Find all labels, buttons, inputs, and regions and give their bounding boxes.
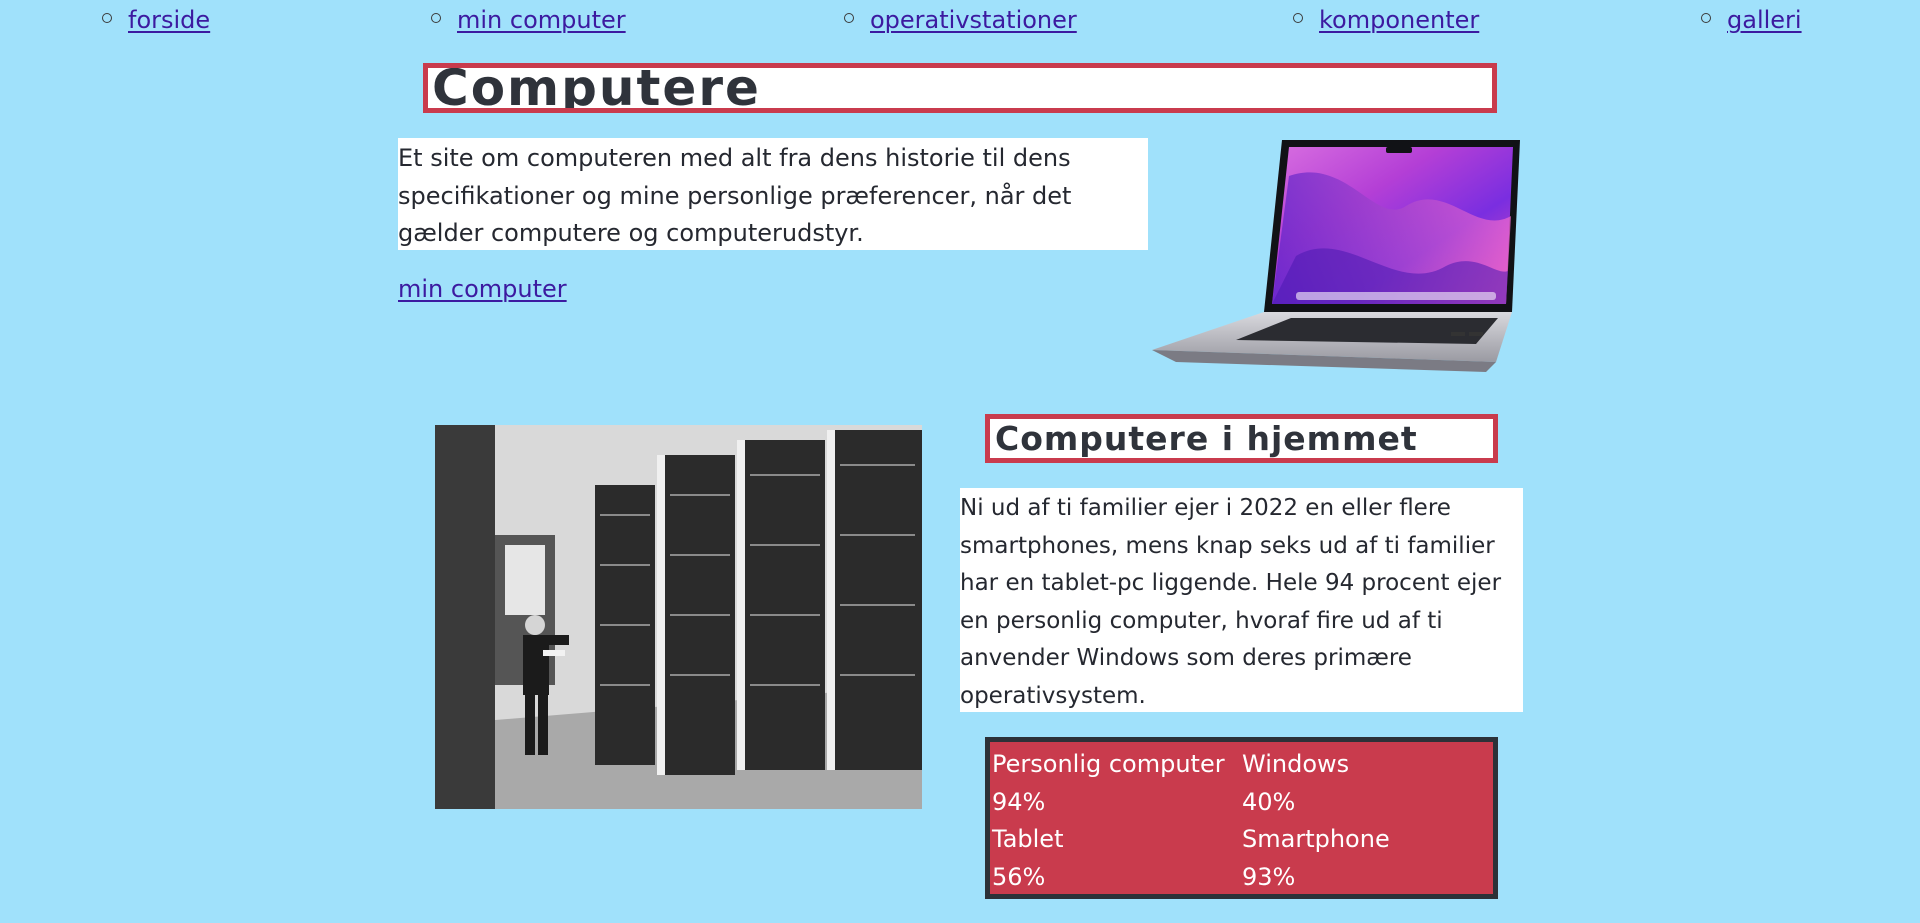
table-row: Personlig computer Windows — [992, 746, 1390, 784]
section-title-box: Computere i hjemmet — [985, 414, 1498, 463]
page-title-box: Computere — [423, 63, 1497, 113]
section-title: Computere i hjemmet — [995, 419, 1418, 458]
table-row: 56% 93% — [992, 859, 1390, 897]
nav-link-forside[interactable]: forside — [128, 6, 210, 34]
table-row: Tablet Smartphone — [992, 821, 1390, 859]
bullet-icon — [1293, 13, 1303, 23]
table-cell: Windows — [1242, 750, 1350, 778]
table-cell: Tablet — [992, 825, 1064, 853]
table-cell: 93% — [1242, 862, 1296, 891]
section-text: Ni ud af ti familier ejer i 2022 en elle… — [960, 488, 1523, 712]
nav-item-galleri: galleri — [1701, 4, 1802, 36]
server-room-photo — [435, 425, 922, 809]
bullet-icon — [844, 13, 854, 23]
table-cell: 56% — [992, 862, 1046, 891]
nav-link-operativstationer[interactable]: operativstationer — [870, 6, 1077, 34]
table-cell: Smartphone — [1242, 825, 1390, 853]
stats-table: Personlig computer Windows 94% 40% Table… — [985, 737, 1498, 899]
table-cell: 40% — [1242, 787, 1296, 816]
nav-item-operativstationer: operativstationer — [844, 4, 1077, 36]
min-computer-link[interactable]: min computer — [398, 275, 567, 303]
laptop-image — [1146, 136, 1526, 388]
laptop-icon — [1152, 140, 1520, 372]
table-row: 94% 40% — [992, 784, 1390, 822]
nav-link-komponenter[interactable]: komponenter — [1319, 6, 1479, 34]
bullet-icon — [102, 13, 112, 23]
nav-item-komponenter: komponenter — [1293, 4, 1479, 36]
page-title: Computere — [432, 63, 761, 113]
nav-item-min-computer: min computer — [431, 4, 626, 36]
intro-link-wrap: min computer — [398, 271, 567, 307]
nav-link-galleri[interactable]: galleri — [1727, 6, 1802, 34]
intro-text: Et site om computeren med alt fra dens h… — [398, 138, 1148, 250]
main-nav: forside min computer operativstationer k… — [0, 0, 1920, 40]
nav-item-forside: forside — [102, 4, 210, 36]
table-cell: 94% — [992, 787, 1046, 816]
table-cell: Personlig computer — [992, 750, 1225, 778]
nav-link-min-computer[interactable]: min computer — [457, 6, 626, 34]
bullet-icon — [431, 13, 441, 23]
bullet-icon — [1701, 13, 1711, 23]
photo-icon — [435, 425, 922, 809]
